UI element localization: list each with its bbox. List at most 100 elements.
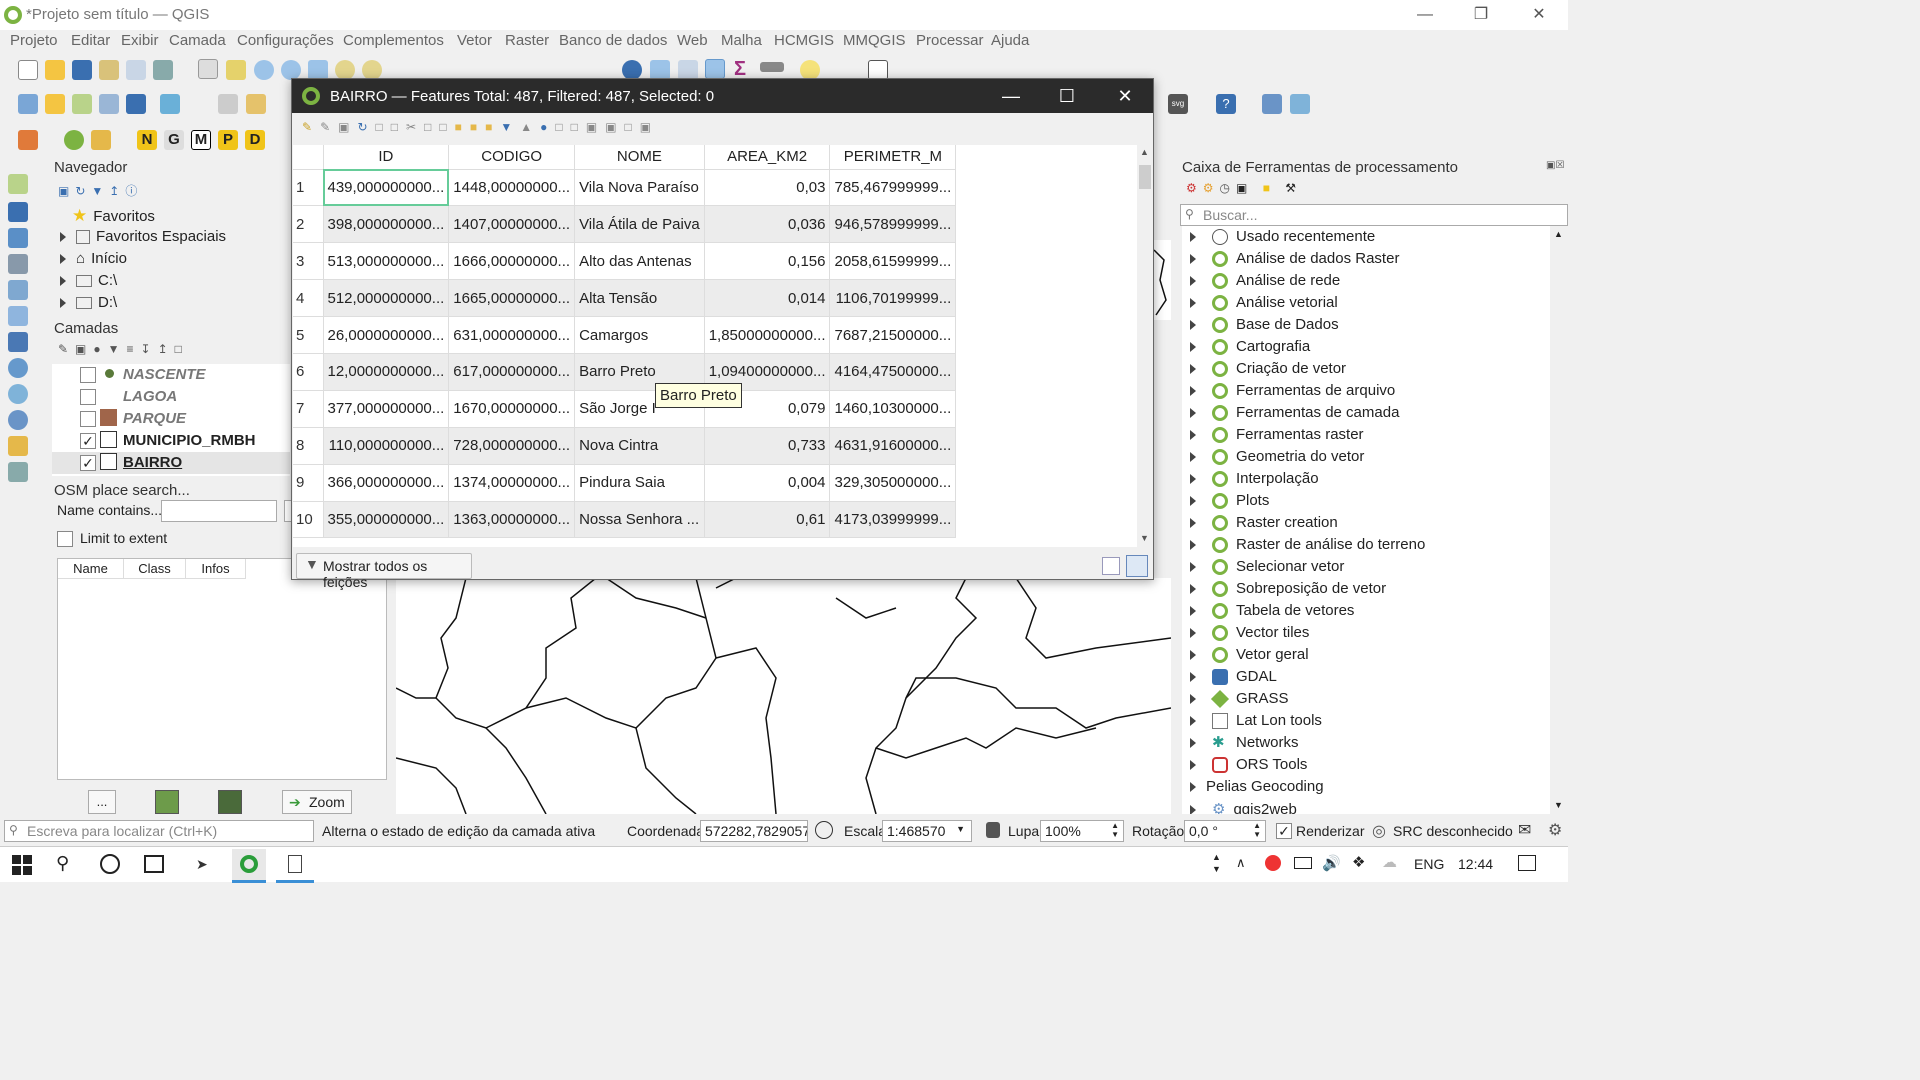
vertex-tool-icon[interactable] — [8, 174, 28, 194]
cell-area[interactable]: 0,61 — [704, 501, 831, 539]
layer-nascente[interactable]: NASCENTE — [123, 366, 206, 383]
zoom-in-icon[interactable] — [254, 60, 274, 80]
cell-perimetro[interactable]: 2058,61599999... — [829, 242, 957, 281]
digitize-tool-icon[interactable] — [8, 280, 28, 300]
cell-nome[interactable]: Pindura Saia — [574, 464, 705, 502]
plugin-m-icon[interactable]: M — [191, 130, 211, 150]
tool-group-recent[interactable]: Usado recentemente — [1190, 228, 1375, 250]
cell-id[interactable]: 26,0000000000... — [323, 316, 450, 354]
attribute-table-toolbar[interactable]: ✎✎▣↻□□✂□□■■■▼▲●□□▣▣□▣ — [302, 120, 659, 134]
layer-checkbox-lagoa[interactable] — [80, 389, 96, 405]
scroll-down-icon[interactable]: ▼ — [1554, 800, 1563, 810]
row-number[interactable]: 9 — [293, 464, 324, 502]
plugin-tool-icon[interactable] — [91, 130, 111, 150]
cell-codigo[interactable]: 1407,00000000... — [448, 205, 576, 244]
cell-perimetro[interactable]: 946,578999999... — [829, 205, 957, 244]
cell-area[interactable]: 0,004 — [704, 464, 831, 502]
menu-ajuda[interactable]: Ajuda — [991, 32, 1029, 49]
scale-combobox[interactable]: 1:468570 ▼ — [882, 820, 972, 842]
cell-id[interactable]: 12,0000000000... — [323, 353, 450, 391]
cell-perimetro[interactable]: 1106,70199999... — [829, 279, 957, 318]
cell-id[interactable]: 398,000000000... — [323, 205, 450, 244]
processing-tree[interactable]: Usado recentemente Análise de dados Rast… — [1182, 226, 1550, 814]
zoom-selection-icon[interactable] — [335, 60, 355, 80]
nav-item-d-drive[interactable]: D:\ — [60, 294, 117, 316]
wfs-tool-icon[interactable] — [8, 332, 28, 352]
wms-tool-icon[interactable] — [8, 358, 28, 378]
row-number[interactable]: 1 — [293, 169, 324, 207]
menu-banco-de-dados[interactable]: Banco de dados — [559, 32, 667, 49]
lock-icon[interactable] — [986, 822, 1000, 838]
table-row[interactable]: 4 512,000000000... 1665,00000000... Alta… — [293, 279, 957, 318]
rotation-spinbox[interactable]: 0,0 ° ▲ ▼ — [1184, 820, 1266, 842]
cell-codigo[interactable]: 1666,00000000... — [448, 242, 576, 281]
dialog-close-button[interactable]: ✕ — [1096, 79, 1154, 113]
open-attribute-table-icon[interactable] — [650, 60, 670, 80]
query-tool-icon[interactable] — [8, 254, 28, 274]
data-source-manager-icon[interactable] — [18, 94, 38, 114]
layer-style-icon[interactable] — [18, 130, 38, 150]
cell-perimetro[interactable]: 1460,10300000... — [829, 390, 957, 428]
osm-col-infos[interactable]: Infos — [186, 559, 246, 579]
notifications-icon[interactable] — [1518, 855, 1536, 871]
cell-id[interactable]: 439,000000000... — [323, 169, 450, 207]
add-raster-layer-icon[interactable] — [99, 94, 119, 114]
toggle-extent-icon[interactable] — [815, 821, 833, 839]
cloud-icon[interactable]: ☁ — [1382, 853, 1397, 871]
menu-vetor[interactable]: Vetor — [457, 32, 492, 49]
tool-group[interactable]: Interpolação — [1190, 470, 1319, 492]
tool-group[interactable]: Plots — [1190, 492, 1269, 514]
clock[interactable]: 12:44 — [1458, 856, 1493, 872]
wcs-tool-icon[interactable] — [8, 384, 28, 404]
col-header-codigo[interactable]: CODIGO — [448, 145, 576, 170]
cell-codigo[interactable]: 728,000000000... — [448, 427, 576, 465]
text-annotation-icon[interactable] — [868, 60, 888, 80]
tool-group[interactable]: Raster de análise do terreno — [1190, 536, 1425, 558]
menu-exibir[interactable]: Exibir — [121, 32, 159, 49]
limit-to-extent-checkbox[interactable] — [57, 531, 73, 547]
show-features-filter-button[interactable]: ▼ Mostrar todos os feições — [296, 553, 472, 590]
search-icon[interactable]: ⚲ — [56, 853, 69, 874]
open-project-icon[interactable] — [45, 60, 65, 80]
new-project-icon[interactable] — [18, 60, 38, 80]
cell-codigo[interactable]: 1448,00000000... — [448, 169, 576, 207]
col-header-area[interactable]: AREA_KM2 — [704, 145, 831, 170]
layer-lagoa[interactable]: LAGOA — [123, 388, 177, 405]
row-number[interactable]: 7 — [293, 390, 324, 428]
row-number[interactable]: 8 — [293, 427, 324, 465]
tool-group[interactable]: Cartografia — [1190, 338, 1310, 360]
print-layout-icon[interactable] — [99, 60, 119, 80]
tool-group-pelias[interactable]: Pelias Geocoding — [1190, 778, 1324, 800]
cell-codigo[interactable]: 1670,00000000... — [448, 390, 576, 428]
row-number[interactable]: 4 — [293, 279, 324, 318]
cell-codigo[interactable]: 1363,00000000... — [448, 501, 576, 539]
row-number[interactable]: 10 — [293, 501, 324, 539]
osm-map-icon[interactable] — [218, 790, 242, 814]
table-row[interactable]: 5 26,0000000000... 631,000000000... Cama… — [293, 316, 957, 354]
tool-group[interactable]: Sobreposição de vetor — [1190, 580, 1386, 602]
task-view-icon[interactable] — [144, 855, 164, 873]
cell-area[interactable]: 1,85000000000... — [704, 316, 831, 354]
scroll-up-icon[interactable]: ▲ — [1554, 229, 1563, 239]
processing-search-input[interactable]: Buscar... — [1180, 204, 1568, 226]
cell-nome[interactable]: Vila Nova Paraíso — [574, 169, 705, 207]
processing-toolbox-icon[interactable] — [705, 59, 725, 79]
toggle-editing-icon[interactable] — [246, 94, 266, 114]
osm-more-button[interactable]: ... — [88, 790, 116, 814]
nav-item-favoritos-espaciais[interactable]: Favoritos Espaciais — [60, 228, 226, 250]
tool-group[interactable]: Criação de vetor — [1190, 360, 1346, 382]
attribute-grid[interactable]: ID CODIGO NOME AREA_KM2 PERIMETR_M 1 439… — [293, 145, 1137, 547]
language-indicator[interactable]: ENG — [1414, 856, 1444, 872]
table-row[interactable]: 1 439,000000000... 1448,00000000... Vila… — [293, 169, 957, 207]
style-manager-icon[interactable] — [153, 60, 173, 80]
cell-perimetro[interactable]: 4631,91600000... — [829, 427, 957, 465]
osm-layer-icon[interactable] — [155, 790, 179, 814]
row-number[interactable]: 2 — [293, 205, 324, 244]
cell-perimetro[interactable]: 329,305000000... — [829, 464, 957, 502]
layers-toolbar[interactable]: ✎▣●▼≡↧↥□ — [58, 342, 189, 356]
new-geopackage-icon[interactable] — [45, 94, 65, 114]
panel-float-close-icon[interactable]: ▣☒ — [1546, 160, 1564, 171]
windows-start-icon[interactable] — [12, 855, 32, 875]
row-number[interactable]: 5 — [293, 316, 324, 354]
cell-perimetro[interactable]: 7687,21500000... — [829, 316, 957, 354]
